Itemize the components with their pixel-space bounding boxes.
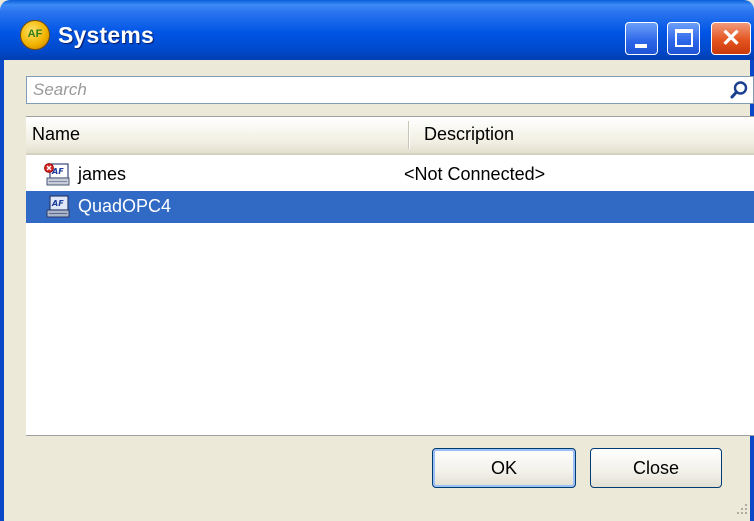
af-server-error-icon: AF xyxy=(44,163,70,186)
close-icon: ✕ xyxy=(720,25,742,52)
search-input[interactable] xyxy=(33,79,713,101)
minimize-icon xyxy=(635,44,647,48)
window-title: Systems xyxy=(58,22,155,48)
list-header: Name Description xyxy=(26,117,754,155)
app-icon-text: AF xyxy=(27,28,43,40)
column-divider[interactable] xyxy=(408,121,410,149)
maximize-button[interactable] xyxy=(667,22,700,55)
system-name: james xyxy=(78,164,127,184)
system-description: <Not Connected> xyxy=(404,164,546,184)
close-button[interactable]: Close xyxy=(590,448,722,488)
list-item-selected[interactable]: AF QuadOPC4 xyxy=(26,191,754,223)
search-box[interactable] xyxy=(26,76,754,104)
close-window-button[interactable]: ✕ xyxy=(711,22,751,55)
svg-text:AF: AF xyxy=(51,199,64,208)
ok-button[interactable]: OK xyxy=(432,448,576,488)
af-app-icon: AF xyxy=(20,20,50,50)
window-frame-left xyxy=(0,60,4,521)
column-header-name[interactable]: Name xyxy=(32,124,80,145)
search-icon[interactable] xyxy=(729,80,749,100)
column-header-description[interactable]: Description xyxy=(424,124,514,145)
systems-list[interactable]: Name Description AF james <Not Connected… xyxy=(26,116,754,436)
minimize-button[interactable] xyxy=(625,22,658,55)
title-bar[interactable]: AF Systems ✕ xyxy=(0,0,754,60)
resize-grip-icon[interactable] xyxy=(734,501,748,515)
maximize-icon xyxy=(675,29,693,47)
af-server-icon: AF xyxy=(46,195,70,218)
system-name: QuadOPC4 xyxy=(78,196,172,216)
list-item[interactable]: AF james <Not Connected> xyxy=(26,159,754,191)
